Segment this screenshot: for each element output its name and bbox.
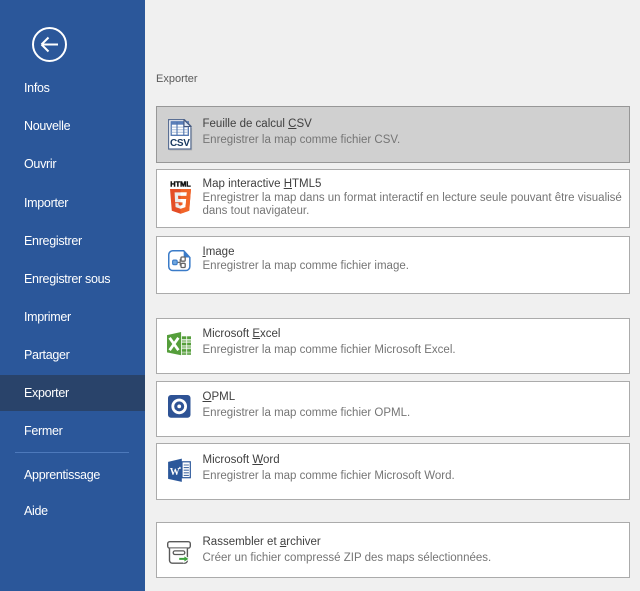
svg-text:HTML: HTML [170, 180, 191, 189]
svg-text:W: W [170, 467, 180, 478]
svg-text:CSV: CSV [169, 138, 189, 149]
